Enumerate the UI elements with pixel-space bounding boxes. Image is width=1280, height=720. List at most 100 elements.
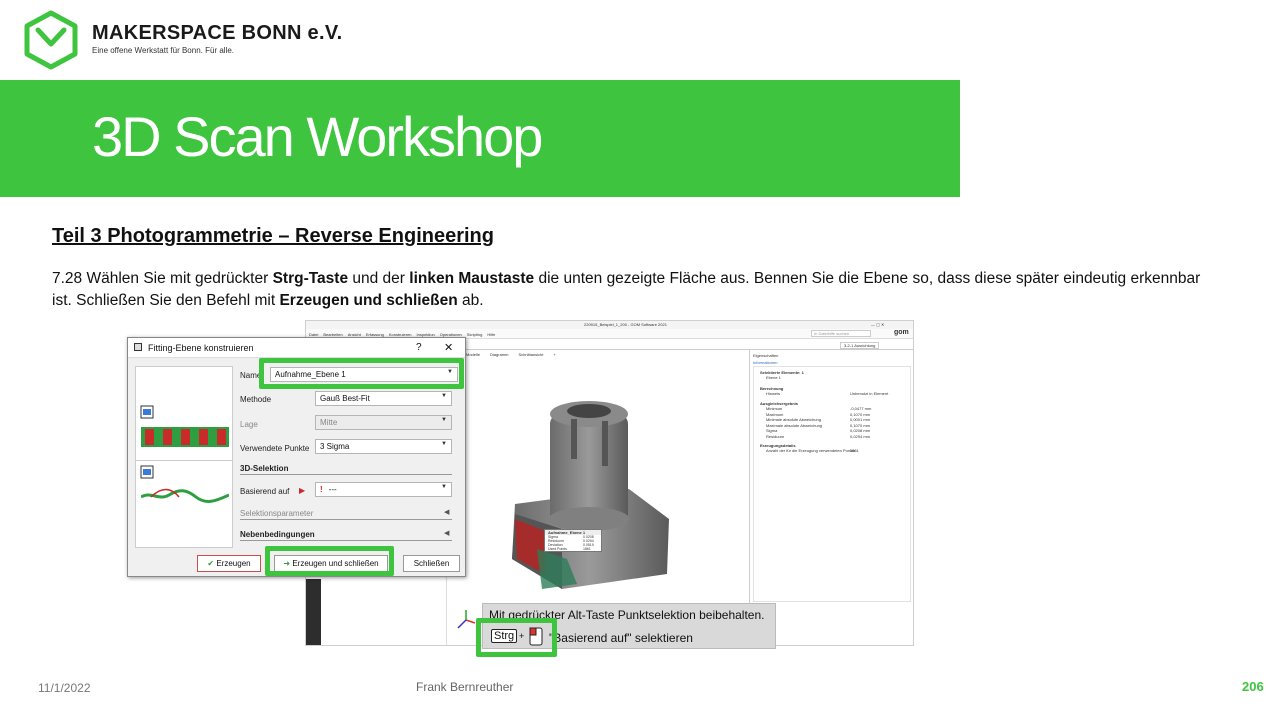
pick-arrow-icon: ▶: [299, 486, 306, 495]
fit-rows: Minimum -0,0477 mm Maximum 0,1070 mm Minimal…: [766, 406, 906, 439]
based-on-select[interactable]: ! --- ▼: [315, 482, 452, 497]
chevron-down-icon: ▼: [441, 441, 447, 447]
method-label: Methode: [240, 395, 272, 404]
viewport-tab[interactable]: Diagramm: [490, 352, 508, 357]
warning-icon: !: [320, 485, 323, 494]
footer-date: 11/1/2022: [38, 681, 91, 695]
instruction-bold: Erzeugen und schließen: [279, 292, 458, 309]
expand-left-icon[interactable]: ◀: [444, 529, 449, 537]
dialog-close-button[interactable]: Schließen: [403, 555, 460, 572]
chevron-down-icon: ▼: [441, 484, 447, 490]
position-value: Mitte: [320, 418, 338, 427]
fit-row-label: Minimale absolute Abweichung: [766, 417, 821, 422]
makerspace-logo-icon: [24, 10, 78, 70]
close-button[interactable]: ✕: [444, 341, 453, 354]
selection-header: 3D-Selektion: [240, 464, 289, 473]
hint-line-2: "Basierend auf" selektieren: [549, 631, 693, 645]
window-title: 220915_Beispiel_1_200 - GOM Software 202…: [584, 322, 667, 327]
window-controls[interactable]: — ▢ ✕: [871, 322, 884, 327]
calc-row-label: Hinweis: [766, 391, 781, 396]
chevron-down-icon: ▼: [441, 393, 447, 399]
help-button[interactable]: ?: [416, 342, 422, 353]
popup-row: Used Points 1861: [545, 547, 601, 551]
gen-row-value: 1861: [850, 448, 859, 453]
create-button[interactable]: ✔ Erzeugen: [197, 555, 261, 572]
search-input[interactable]: In Dateihilfe suchen: [811, 330, 871, 337]
brand-name: MAKERSPACE BONN e.V.: [92, 22, 343, 44]
fit-row-value: -0,0477 mm: [850, 406, 872, 411]
plane-label-popup: Aufnahme_Ebene 1 Sigma 0.0208 Residuum 0.02…: [544, 529, 602, 552]
fit-row-label: Residuum: [766, 433, 785, 439]
section-title: Teil 3 Photogrammetrie – Reverse Enginee…: [52, 225, 494, 247]
plane-fit-preview-icon: [141, 427, 229, 447]
viewport-tab[interactable]: Schnittansicht: [518, 352, 543, 357]
params-divider: [240, 519, 452, 520]
instruction-bold: linken Maustaste: [409, 270, 535, 287]
preview-panel: [135, 366, 233, 548]
highlight-name-field: [259, 358, 464, 389]
workspace-select[interactable]: 3-2-1 Ausrichtung: [840, 342, 880, 349]
properties-panel: Eigenschaften Informationen Selektierte …: [749, 350, 913, 645]
fit-row-value: 0,1070 mm: [850, 411, 871, 417]
fit-row-label: Maximale absolute Abweichung: [766, 422, 823, 428]
position-select: Mitte ▼: [315, 415, 452, 430]
menu-item[interactable]: Hilfe: [487, 332, 495, 337]
expand-left-icon[interactable]: ◀: [444, 508, 449, 516]
constraints-divider: [240, 540, 452, 541]
based-on-value: ---: [328, 485, 337, 494]
constraints-header[interactable]: Nebenbedingungen: [240, 530, 315, 539]
banner-title: 3D Scan Workshop: [92, 105, 543, 168]
axis-triad-icon: [457, 610, 476, 629]
dialog-titlebar: Fitting-Ebene konstruieren ? ✕: [128, 338, 465, 358]
create-label: Erzeugen: [216, 559, 251, 568]
based-on-label: Basierend auf: [240, 487, 290, 496]
brand-tagline: Eine offene Werkstatt für Bonn. Für alle…: [92, 46, 234, 55]
curve-type-icon[interactable]: [140, 465, 154, 479]
selection-params[interactable]: Selektionsparameter: [240, 509, 313, 518]
properties-box: Selektierte Elemente: 1 Ebene 1 Berechnu…: [753, 366, 911, 602]
plane-type-icon[interactable]: [140, 405, 154, 419]
dialog-app-icon: [134, 343, 142, 351]
fit-row-label: Minimum: [766, 406, 783, 411]
fit-row-value: 0,1070 mm: [850, 422, 871, 428]
menu-item[interactable]: Skripting: [467, 332, 483, 337]
page-number: 206: [1242, 679, 1264, 694]
popup-row-label: Used Points: [548, 547, 567, 551]
instruction-part: ab.: [457, 292, 484, 309]
calc-row-value: Unbenutzt in Element: [850, 391, 889, 396]
points-select[interactable]: 3 Sigma ▼: [315, 439, 452, 454]
popup-rows: Sigma 0.0208 Residuum 0.0294 Deviation 0.0519…: [545, 535, 601, 551]
instruction-bold: Strg-Taste: [272, 270, 349, 287]
check-icon: ✔: [207, 559, 215, 568]
properties-subtab[interactable]: Informationen: [753, 360, 777, 365]
chevron-down-icon: ▼: [441, 417, 447, 423]
title-bar: 220915_Beispiel_1_200 - GOM Software 202…: [306, 321, 913, 329]
dialog-title: Fitting-Ebene konstruieren: [148, 343, 254, 353]
properties-tab[interactable]: Eigenschaften: [753, 353, 778, 358]
fit-row-value: 0,0294 mm: [850, 433, 871, 439]
position-label: Lage: [240, 420, 258, 429]
fit-row-label: Maximum: [766, 411, 784, 417]
instruction-part: und der: [348, 270, 410, 287]
viewport-tab[interactable]: +: [553, 352, 555, 357]
method-select[interactable]: Gauß Best-Fit ▼: [315, 391, 452, 406]
preview-divider: [136, 460, 232, 461]
highlight-strg-click: [476, 618, 557, 657]
fit-row-value: 0,0208 mm: [850, 428, 871, 433]
fit-row-value: 0,0001 mm: [850, 417, 871, 422]
instruction-text: 7.28 Wählen Sie mit gedrückter Strg-Tast…: [52, 268, 1202, 312]
method-value: Gauß Best-Fit: [320, 394, 370, 403]
viewport-tab[interactable]: Modelle: [466, 352, 480, 357]
gen-row-label: Anzahl der für die Erzeugung verwendeten…: [766, 448, 856, 453]
highlight-create-close: [265, 546, 394, 576]
selection-divider: [240, 474, 452, 475]
footer-author: Frank Bernreuther: [416, 680, 514, 694]
gom-logo-icon: gom: [894, 329, 909, 336]
curve-fit-preview-icon: [141, 488, 229, 503]
popup-row-value: 1861: [583, 547, 591, 551]
left-panel-edge: [306, 579, 321, 645]
points-label: Verwendete Punkte: [240, 444, 310, 453]
selected-item: Ebene 1: [766, 375, 781, 380]
instruction-part: 7.28 Wählen Sie mit gedrückter: [52, 270, 273, 287]
fit-row-label: Sigma: [766, 428, 778, 433]
